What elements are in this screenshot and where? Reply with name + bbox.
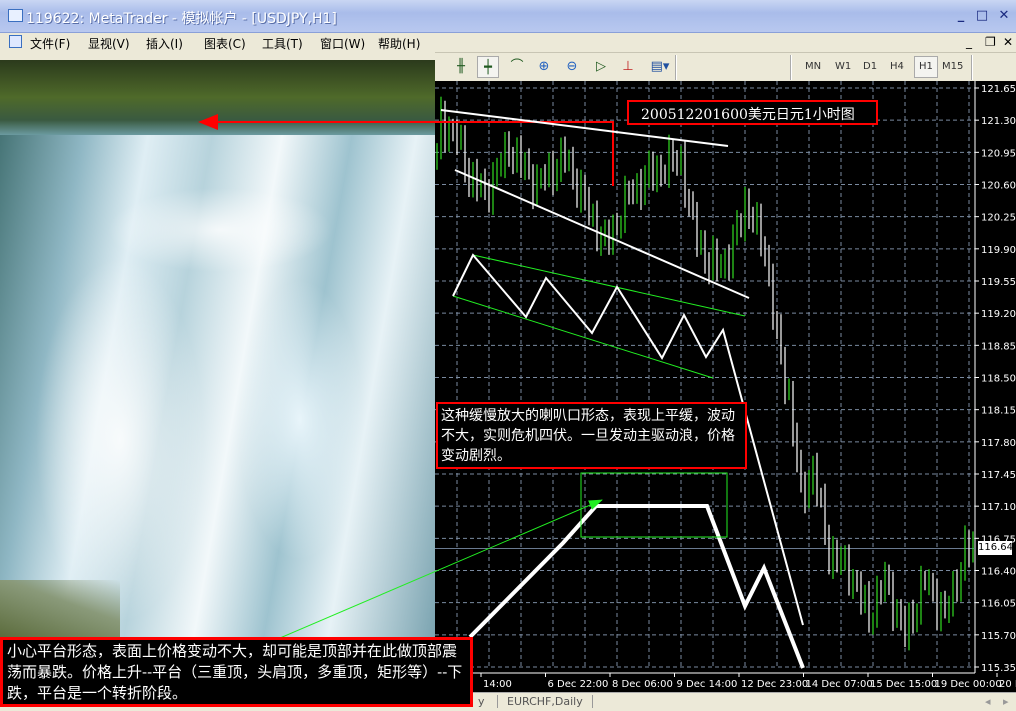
- x-tick-label: 12 Dec 23:00: [741, 679, 808, 690]
- x-tick-label: 8 Dec 06:00: [612, 679, 673, 690]
- y-tick-label: 120.60: [981, 181, 1016, 192]
- y-tick-label: 121.30: [981, 116, 1016, 127]
- chart-shift-icon[interactable]: ⊥: [617, 56, 639, 78]
- timeframe-m15[interactable]: M15: [942, 61, 963, 72]
- broadening-pattern-note: 这种缓慢放大的喇叭口形态，表现上平缓，波动不大，实则危机四伏。一旦发动主驱动浪，…: [436, 402, 747, 469]
- templates-icon[interactable]: ▤▾: [645, 56, 675, 78]
- timeframe-mn[interactable]: MN: [805, 61, 821, 72]
- rocks: [0, 580, 120, 640]
- toolbar-separator: [971, 55, 973, 80]
- minimize-button[interactable]: _: [953, 9, 969, 24]
- timeframe-w1[interactable]: W1: [835, 61, 851, 72]
- mdi-restore-button[interactable]: ❐: [985, 35, 996, 49]
- y-tick-label: 115.70: [981, 631, 1016, 642]
- menu-tools[interactable]: 工具(T): [262, 35, 303, 52]
- y-tick-label: 118.85: [981, 341, 1016, 352]
- x-tick-label: 19 Dec 00:00: [935, 679, 1002, 690]
- y-tick-label: 120.95: [981, 148, 1016, 159]
- y-tick-label: 117.45: [981, 470, 1016, 481]
- toolbar-separator: [675, 55, 677, 80]
- menu-insert[interactable]: 插入(I): [146, 35, 183, 52]
- y-tick-label: 119.55: [981, 277, 1016, 288]
- chart-canvas: 121.65 121.30 120.95 120.60 120.25 119.90 119.…: [435, 78, 1016, 690]
- menu-view[interactable]: 显视(V): [88, 35, 130, 52]
- autoscroll-icon[interactable]: ▷: [590, 56, 612, 78]
- window-title: 119622: MetaTrader - 模拟帐户 - [USDJPY,H1]: [26, 11, 337, 27]
- platform-pattern-note: 小心平台形态，表面上价格变动不大，却可能是顶部并在此做顶部震荡而暴跌。价格上升-…: [0, 637, 473, 707]
- zoom-out-icon[interactable]: ⊖: [561, 56, 583, 78]
- menu-bar: 文件(F) 显视(V) 插入(I) 图表(C) 工具(T) 窗口(W) 帮助(H…: [0, 33, 1016, 52]
- x-tick-label: 6 Dec 22:00: [548, 679, 609, 690]
- close-button[interactable]: ✕: [996, 9, 1012, 24]
- current-price-label: 116.64: [978, 541, 1013, 555]
- menu-help[interactable]: 帮助(H): [378, 35, 420, 52]
- metatrader-app-icon: [8, 9, 23, 22]
- tab-scroll-right[interactable]: ▸: [1003, 695, 1009, 708]
- y-tick-label: 121.65: [981, 84, 1016, 95]
- y-tick-label: 115.35: [981, 663, 1016, 674]
- y-tick-label: 116.05: [981, 599, 1016, 610]
- maximize-button[interactable]: □: [974, 9, 990, 24]
- x-tick-label: 15 Dec 15:00: [870, 679, 937, 690]
- toolbar-grip[interactable]: [790, 55, 792, 80]
- mdi-close-button[interactable]: ✕: [1003, 35, 1013, 49]
- tab-partial[interactable]: y: [478, 695, 485, 708]
- timeframe-d1[interactable]: D1: [863, 61, 877, 72]
- y-tick-label: 120.25: [981, 213, 1016, 224]
- tab-scroll-left[interactable]: ◂: [985, 695, 991, 708]
- chart-toolbar: ╫ ┿ ⌒ ⊕ ⊖ ▷ ⊥ ▤▾ MN W1 D1 H4 H1 M15: [435, 52, 1016, 81]
- price-chart[interactable]: 121.65 121.30 120.95 120.60 120.25 119.90 119.…: [435, 78, 1016, 692]
- menu-charts[interactable]: 图表(C): [204, 35, 246, 52]
- y-tick-label: 119.90: [981, 245, 1016, 256]
- candlestick-icon[interactable]: ┿: [477, 56, 499, 78]
- y-tick-label: 117.80: [981, 438, 1016, 449]
- chart-window-icon[interactable]: [9, 35, 22, 48]
- title-bar: 119622: MetaTrader - 模拟帐户 - [USDJPY,H1] …: [0, 0, 1016, 33]
- foliage: [0, 60, 435, 135]
- zoom-in-icon[interactable]: ⊕: [533, 56, 555, 78]
- line-chart-icon[interactable]: ⌒: [506, 56, 528, 78]
- x-tick-label: 14 Dec 07:00: [806, 679, 873, 690]
- menu-window[interactable]: 窗口(W): [320, 35, 365, 52]
- menu-file[interactable]: 文件(F): [30, 35, 70, 52]
- y-tick-label: 116.40: [981, 567, 1016, 578]
- y-tick-label: 119.20: [981, 309, 1016, 320]
- y-tick-label: 118.50: [981, 374, 1016, 385]
- tab-eurchf-daily[interactable]: EURCHF,Daily: [497, 695, 593, 708]
- chart-title-annotation: 200512201600美元日元1小时图: [627, 100, 878, 125]
- waterfall-photo: [0, 60, 435, 640]
- x-tick-label: 20 Dec 08:0: [999, 679, 1016, 690]
- x-tick-label: 9 Dec 14:00: [677, 679, 738, 690]
- y-tick-label: 118.15: [981, 406, 1016, 417]
- x-tick-label: 14:00: [483, 679, 512, 690]
- mdi-minimize-button[interactable]: _: [966, 35, 972, 49]
- y-tick-label: 117.10: [981, 502, 1016, 513]
- timeframe-h1[interactable]: H1: [914, 56, 938, 78]
- timeframe-h4[interactable]: H4: [890, 61, 904, 72]
- bar-chart-icon[interactable]: ╫: [450, 56, 472, 78]
